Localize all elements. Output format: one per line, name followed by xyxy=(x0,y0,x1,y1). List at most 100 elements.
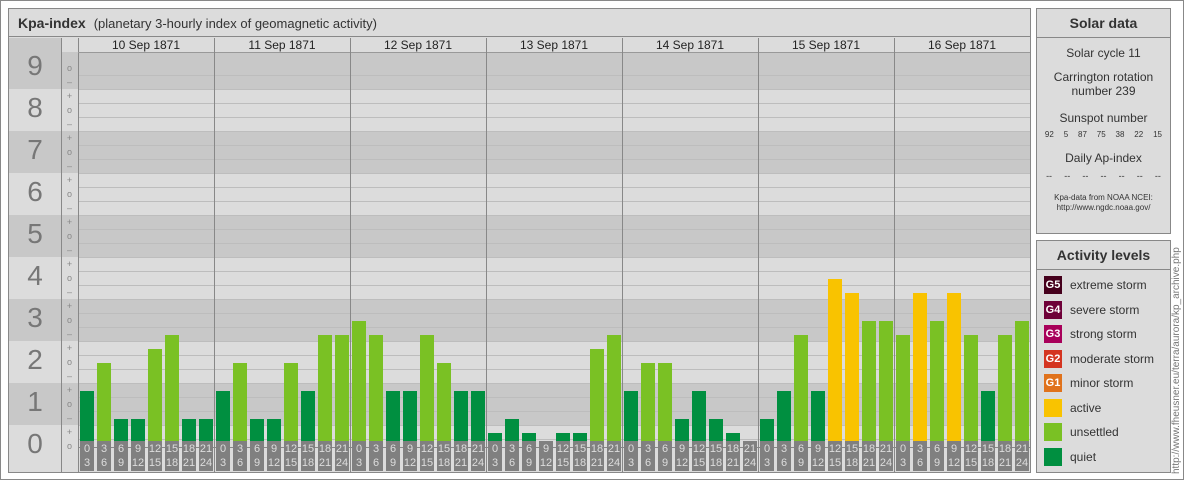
carrington-line2: number 239 xyxy=(1071,84,1136,98)
hour-start: 18 xyxy=(318,443,332,455)
hour-end: 24 xyxy=(743,457,757,469)
hour-slot-label: 03 xyxy=(216,441,230,471)
hour-end: 12 xyxy=(267,457,281,469)
hour-slot-label: 15 18 xyxy=(437,441,451,471)
ap-value: -- xyxy=(1118,171,1125,181)
grid-line xyxy=(78,271,1030,272)
kp-bar xyxy=(828,279,842,447)
hour-start: 12 xyxy=(964,443,978,455)
kp-bar xyxy=(590,349,604,447)
hour-start: 12 xyxy=(420,443,434,455)
hour-slot-label: 36 xyxy=(369,441,383,471)
kp-bar xyxy=(437,363,451,447)
hour-slot-label: 36 xyxy=(97,441,111,471)
chart-title: Kpa-index xyxy=(18,15,86,31)
sunspot-heading: Sunspot number xyxy=(1059,111,1148,125)
kp-bar xyxy=(913,293,927,447)
kp-sub-label: – xyxy=(66,371,72,381)
kp-axis-label: 0 xyxy=(27,428,43,459)
legend-label: minor storm xyxy=(1070,376,1134,391)
legend-swatch xyxy=(1044,423,1062,442)
kp-sub-label: o xyxy=(66,105,72,115)
hour-start: 6 xyxy=(797,443,805,455)
hour-slot-label: 21 24 xyxy=(607,441,621,471)
hour-slot-label: 12 15 xyxy=(148,441,162,471)
hour-start: 18 xyxy=(182,443,196,455)
kp-sub-label: – xyxy=(66,413,72,423)
hour-slot-label: 36 xyxy=(233,441,247,471)
hour-end: 21 xyxy=(862,457,876,469)
hour-end: 24 xyxy=(199,457,213,469)
ap-values: -- -- -- -- -- -- -- xyxy=(1037,171,1170,181)
hour-start: 12 xyxy=(284,443,298,455)
source-link[interactable]: http://www.ngdc.noaa.gov/ xyxy=(1037,203,1170,213)
hour-start: 12 xyxy=(692,443,706,455)
legend-item-active: active xyxy=(1037,396,1170,421)
kp-sub-label: – xyxy=(66,119,72,129)
hour-start: 0 xyxy=(491,443,499,455)
hour-start: 18 xyxy=(726,443,740,455)
kp-bar xyxy=(216,391,230,447)
hour-slot-label: 69 xyxy=(794,441,808,471)
legend-item-severe-storm: G4 severe storm xyxy=(1037,298,1170,323)
solar-cycle: Solar cycle 11 xyxy=(1066,46,1141,60)
ap-value: -- xyxy=(1064,171,1071,181)
hour-start: 21 xyxy=(199,443,213,455)
kp-plot-band-7 xyxy=(61,131,1030,173)
hour-start: 12 xyxy=(556,443,570,455)
kp-bar xyxy=(454,391,468,447)
hour-slot-label: 9 12 xyxy=(811,441,825,471)
hour-slot-label: 12 15 xyxy=(420,441,434,471)
legend-label: extreme storm xyxy=(1070,278,1147,293)
kp-sub-label: – xyxy=(66,287,72,297)
hour-start: 9 xyxy=(406,443,414,455)
kp-sub-label: + xyxy=(66,301,73,311)
hour-end: 9 xyxy=(797,457,805,469)
kp-sub-label: o xyxy=(66,273,72,283)
axis-divider xyxy=(78,38,79,472)
day-label: 11 Sep 1871 xyxy=(248,38,316,52)
solar-data-panel: Solar data Solar cycle 11 Carrington rot… xyxy=(1036,8,1171,234)
kp-bar xyxy=(777,391,791,447)
hour-end: 9 xyxy=(117,457,125,469)
kp-bar xyxy=(318,335,332,447)
hour-start: 18 xyxy=(590,443,604,455)
kp-bar xyxy=(607,335,621,447)
ap-value: -- xyxy=(1082,171,1089,181)
hour-slot-label: 36 xyxy=(505,441,519,471)
kp-axis-label: 2 xyxy=(27,344,43,375)
day-divider xyxy=(622,38,623,472)
grid-line xyxy=(78,243,1030,244)
kp-bar xyxy=(862,321,876,447)
hour-start: 15 xyxy=(437,443,451,455)
grid-line xyxy=(78,299,1030,300)
grid-line xyxy=(78,131,1030,132)
hour-slot-label: 9 12 xyxy=(403,441,417,471)
grid-line xyxy=(78,215,1030,216)
hour-end: 18 xyxy=(845,457,859,469)
hour-slot-label: 12 15 xyxy=(556,441,570,471)
sunspot-value: 5 xyxy=(1063,130,1069,139)
hour-start: 9 xyxy=(678,443,686,455)
kp-sub-label: – xyxy=(66,203,72,213)
day-divider xyxy=(350,38,351,472)
hour-end: 9 xyxy=(661,457,669,469)
hour-end: 18 xyxy=(165,457,179,469)
hour-slot-label: 18 21 xyxy=(998,441,1012,471)
hour-end: 15 xyxy=(828,457,842,469)
legend-swatch: G3 xyxy=(1044,325,1062,344)
kp-bar xyxy=(947,293,961,447)
kp-bar xyxy=(471,391,485,447)
hour-slot-label: 21 24 xyxy=(471,441,485,471)
hour-start: 0 xyxy=(763,443,771,455)
hour-end: 6 xyxy=(916,457,924,469)
hour-start: 18 xyxy=(454,443,468,455)
sunspot-value: 38 xyxy=(1115,130,1125,139)
hour-slot-label: 21 24 xyxy=(1015,441,1029,471)
grid-line xyxy=(78,257,1030,258)
hour-start: 6 xyxy=(117,443,125,455)
hour-start: 15 xyxy=(845,443,859,455)
kp-bar xyxy=(97,363,111,447)
credit-url[interactable]: http://www.fheusner.eu/terra/aurora/kp_a… xyxy=(1171,247,1182,474)
grid-line xyxy=(78,201,1030,202)
